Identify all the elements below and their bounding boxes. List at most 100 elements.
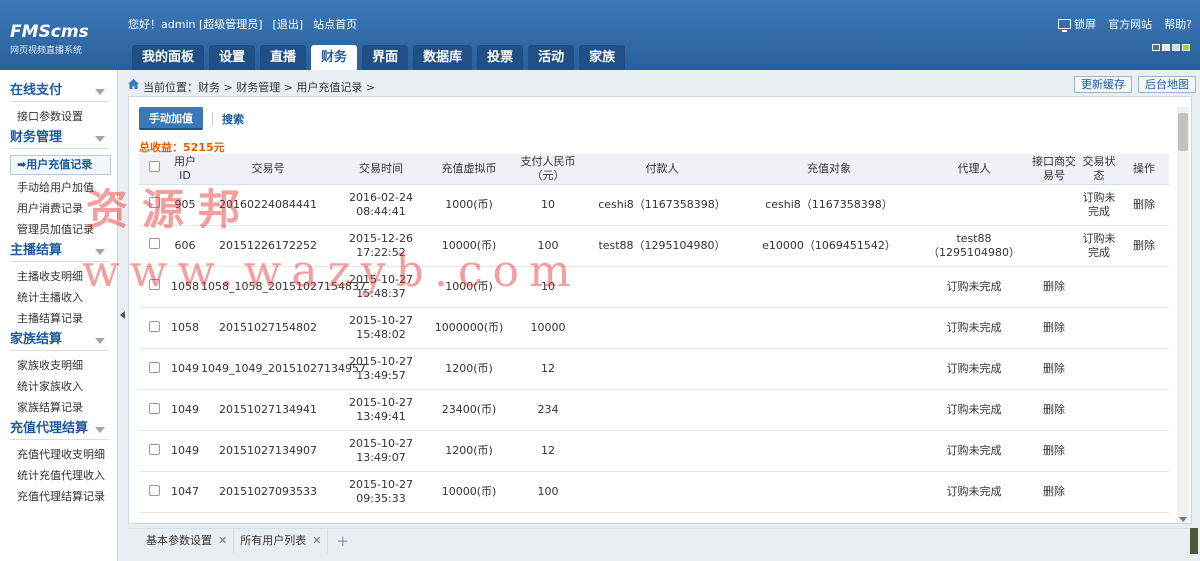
cell-target	[739, 307, 919, 349]
col-header[interactable]: 交易号	[201, 154, 335, 185]
cell-payer	[585, 471, 739, 513]
sidebar-group-title: 充值代理结算	[10, 421, 89, 436]
col-header[interactable]: 交易状态	[1079, 154, 1119, 185]
collapse-sidebar-icon[interactable]	[120, 311, 125, 319]
select-all-checkbox[interactable]	[148, 161, 160, 173]
col-header[interactable]: 充值虚拟币	[427, 154, 511, 185]
scroll-down-icon[interactable]	[1179, 517, 1187, 522]
row-checkbox[interactable]	[148, 320, 160, 332]
col-header[interactable]: 付款人	[585, 154, 739, 185]
sidebar-group-finance[interactable]: 财务管理	[10, 127, 109, 149]
add-tab-icon[interactable]: +	[328, 532, 349, 550]
vertical-scrollbar[interactable]	[1177, 107, 1189, 523]
nav-tab-settings[interactable]: 设置	[209, 45, 256, 70]
delete-link[interactable]: 删除	[1119, 184, 1169, 226]
col-header[interactable]: 用户ID	[169, 154, 201, 185]
row-checkbox[interactable]	[148, 402, 160, 414]
col-header[interactable]: 操作	[1119, 154, 1169, 185]
sidebar-item[interactable]: 家族收支明细	[0, 355, 117, 376]
manual-add-button[interactable]: 手动加值	[139, 107, 203, 130]
sidebar-item[interactable]: 充值代理结算记录	[0, 486, 117, 507]
cell-trade-time: 2016-02-24 08:44:41	[335, 184, 427, 226]
help-link[interactable]: 帮助?	[1164, 16, 1192, 32]
row-select-cell	[139, 389, 169, 431]
row-checkbox[interactable]	[148, 238, 160, 249]
trade-date: 2015-10-27	[349, 396, 413, 409]
cell-trade-time: 2015-12-26 17:22:52	[335, 225, 427, 267]
sidebar-item[interactable]: 统计主播收入	[0, 287, 117, 308]
table-row: 1049 20151027134941 2015-10-27 13:49:41 2340…	[139, 389, 1169, 431]
trade-date: 2016-02-24	[349, 190, 413, 204]
bottom-tab-label: 所有用户列表	[240, 534, 307, 547]
row-checkbox[interactable]	[148, 443, 160, 455]
sidebar-item[interactable]: 家族结算记录	[0, 397, 117, 418]
close-icon[interactable]: ✕	[312, 534, 321, 547]
trade-date: 2015-10-27	[349, 314, 413, 327]
cell-payer: test88（1295104980）	[585, 225, 739, 267]
bottom-tab-basic-settings[interactable]: 基本参数设置 ✕	[128, 529, 235, 553]
col-header[interactable]: 支付人民币（元）	[511, 154, 585, 185]
cell-user-id: 1049	[169, 389, 201, 431]
skin-grey-icon[interactable]	[1162, 44, 1170, 51]
sidebar-item[interactable]: 管理员加值记录	[0, 219, 117, 240]
nav-tab-interface[interactable]: 界面	[362, 45, 409, 70]
col-header[interactable]: 充值对象	[739, 154, 919, 185]
sidebar-item[interactable]: 接口参数设置	[0, 106, 117, 127]
logout-link[interactable]: [退出]	[273, 16, 304, 32]
delete-link[interactable]: 删除	[1119, 225, 1169, 267]
col-header[interactable]: 接口商交易号	[1029, 154, 1079, 185]
cell-empty	[1079, 266, 1119, 308]
skin-green-icon[interactable]	[1182, 44, 1190, 51]
col-header[interactable]: 交易时间	[335, 154, 427, 185]
cell-status: 订购未完成	[919, 389, 1029, 431]
delete-link[interactable]: 删除	[1029, 266, 1079, 308]
delete-link[interactable]: 删除	[1029, 471, 1079, 513]
sidebar-item[interactable]: 手动给用户加值	[0, 177, 117, 198]
sidebar-group-agent[interactable]: 充值代理结算	[10, 418, 109, 440]
sidebar-item[interactable]: 充值代理收支明细	[0, 444, 117, 465]
cell-payer	[585, 430, 739, 472]
skin-light-icon[interactable]	[1172, 44, 1180, 51]
nav-tab-activity[interactable]: 活动	[528, 45, 575, 70]
user-greeting: 您好！admin [超级管理员]	[128, 18, 263, 31]
nav-tab-family[interactable]: 家族	[579, 45, 626, 70]
content-panel: 手动加值 搜索 总收益：5215元 用户ID 交易号 交易时间 充值虚拟币 支付…	[128, 96, 1192, 524]
sidebar-item[interactable]: 用户消费记录	[0, 198, 117, 219]
sidebar-group-online-pay[interactable]: 在线支付	[10, 80, 109, 102]
col-header[interactable]: 代理人	[919, 154, 1029, 185]
row-checkbox[interactable]	[148, 279, 160, 291]
cell-payer	[585, 266, 739, 308]
lock-screen-link[interactable]: 锁屏	[1058, 16, 1096, 32]
sidebar-item[interactable]: 主播收支明细	[0, 266, 117, 287]
delete-link[interactable]: 删除	[1029, 430, 1079, 472]
main-nav: 我的面板 设置 直播 财务 界面 数据库 投票 活动 家族	[132, 45, 626, 70]
nav-tab-finance[interactable]: 财务	[311, 45, 358, 70]
nav-tab-vote[interactable]: 投票	[477, 45, 524, 70]
bottom-tab-all-users[interactable]: 所有用户列表 ✕	[234, 529, 329, 553]
sidebar-group-anchor[interactable]: 主播结算	[10, 240, 109, 262]
nav-tab-live[interactable]: 直播	[260, 45, 307, 70]
official-site-link[interactable]: 官方网站	[1108, 16, 1152, 32]
delete-link[interactable]: 删除	[1029, 307, 1079, 349]
row-checkbox[interactable]	[148, 361, 160, 373]
row-checkbox[interactable]	[148, 484, 160, 496]
skin-blue-icon[interactable]	[1152, 44, 1160, 51]
table-row: 1047 20151027093533 2015-10-27 09:35:33 1000…	[139, 471, 1169, 513]
search-link[interactable]: 搜索	[222, 111, 244, 127]
sidebar-item[interactable]: 统计家族收入	[0, 376, 117, 397]
nav-tab-database[interactable]: 数据库	[413, 45, 473, 70]
row-checkbox[interactable]	[148, 197, 160, 208]
logo[interactable]: FMScms 网页视频直播系统	[10, 22, 89, 56]
sidebar-item[interactable]: 主播结算记录	[0, 308, 117, 329]
nav-tab-panel[interactable]: 我的面板	[132, 45, 205, 70]
sidebar-item-recharge-records[interactable]: ➡用户充值记录	[10, 155, 111, 175]
site-home-link[interactable]: 站点首页	[313, 16, 357, 32]
scrollbar-thumb[interactable]	[1178, 113, 1188, 151]
sidebar-item[interactable]: 统计充值代理收入	[0, 465, 117, 486]
delete-link[interactable]: 删除	[1029, 348, 1079, 390]
delete-link[interactable]: 删除	[1029, 389, 1079, 431]
refresh-cache-button[interactable]: 更新缓存	[1074, 76, 1132, 93]
sidebar-group-family[interactable]: 家族结算	[10, 329, 109, 351]
sitemap-button[interactable]: 后台地图	[1138, 76, 1196, 93]
close-icon[interactable]: ✕	[218, 534, 227, 547]
